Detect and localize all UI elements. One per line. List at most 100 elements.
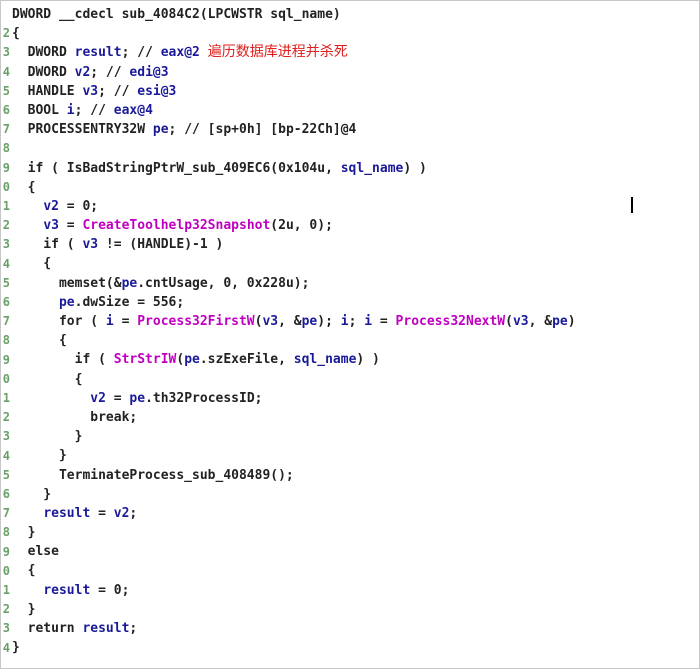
code-line[interactable]: } xyxy=(12,446,699,465)
code-token: for ( xyxy=(12,314,106,329)
line-number: 4 xyxy=(2,256,10,271)
code-token: = xyxy=(90,505,114,521)
code-line[interactable]: } xyxy=(12,638,699,657)
code-token: v3 xyxy=(512,314,529,329)
code-line[interactable]: DWORD __cdecl sub_4084C2(LPCWSTR sql_nam… xyxy=(12,5,699,24)
code-line[interactable]: { xyxy=(12,178,699,197)
code-token: pe xyxy=(129,390,146,406)
code-line[interactable]: HANDLE v3; // esi@3 xyxy=(12,82,699,101)
code-token: v2 xyxy=(43,198,59,214)
code-line[interactable]: v2 = 0; xyxy=(12,197,699,216)
code-line[interactable]: v3 = CreateToolhelp32Snapshot(2u, 0); xyxy=(12,216,699,235)
code-line[interactable]: if ( StrStrIW(pe.szExeFile, sql_name) ) xyxy=(12,350,699,369)
code-token: v3 xyxy=(262,314,279,329)
code-token: .cntUsage, 0, 0x228u); xyxy=(137,275,310,291)
line-number: 0 xyxy=(2,371,10,386)
code-line[interactable]: pe.dwSize = 556; xyxy=(12,293,699,312)
code-token: i xyxy=(105,314,114,329)
code-line[interactable]: { xyxy=(12,561,699,580)
code-token: TerminateProcess_sub_408489(); xyxy=(12,467,294,483)
code-token: DWORD xyxy=(12,45,75,61)
code-token: ; xyxy=(129,505,138,521)
code-token: v2 xyxy=(113,505,130,521)
code-line[interactable]: } xyxy=(12,427,699,446)
line-number: 5 xyxy=(2,83,10,98)
code-line[interactable]: } xyxy=(12,600,699,619)
code-line[interactable]: TerminateProcess_sub_408489(); xyxy=(12,466,699,485)
line-number: 7 xyxy=(2,122,10,137)
line-number: 4 xyxy=(2,64,10,79)
code-token: = xyxy=(105,390,130,406)
line-number: 5 xyxy=(2,467,10,482)
line-number: 6 xyxy=(2,295,10,309)
code-line[interactable]: PROCESSENTRY32W pe; // [sp+0h] [bp-22Ch]… xyxy=(12,120,699,139)
code-token: pe xyxy=(301,314,318,329)
code-token: pe xyxy=(152,122,169,138)
code-line[interactable]: v2 = pe.th32ProcessID; xyxy=(12,389,699,408)
code-line[interactable]: { xyxy=(12,254,699,273)
code-token: ; xyxy=(129,621,138,636)
code-token: { xyxy=(12,371,83,387)
code-token: v2 xyxy=(74,64,91,80)
code-token: ) ) xyxy=(356,352,380,368)
line-number: 3 xyxy=(2,45,10,60)
code-token: eax@2 xyxy=(160,45,200,61)
code-line[interactable]: { xyxy=(12,331,699,350)
code-token: pe xyxy=(184,352,200,368)
code-line[interactable]: for ( i = Process32FirstW(v3, &pe); i; i… xyxy=(12,312,699,331)
text-cursor xyxy=(631,197,633,213)
code-token: if ( IsBadStringPtrW_sub_409EC6(0x104u, xyxy=(12,160,341,176)
code-line[interactable]: if ( IsBadStringPtrW_sub_409EC6(0x104u, … xyxy=(12,159,699,178)
line-number: 1 xyxy=(2,583,10,597)
code-token: PROCESSENTRY32W xyxy=(12,122,153,138)
line-number: 3 xyxy=(2,429,10,444)
code-token: ; xyxy=(348,314,365,329)
code-token: i xyxy=(66,102,75,118)
code-token: Process32FirstW xyxy=(137,314,255,329)
code-line[interactable]: } xyxy=(12,523,699,542)
code-line[interactable]: DWORD v2; // edi@3 xyxy=(12,63,699,82)
code-line[interactable]: if ( v3 != (HANDLE)-1 ) xyxy=(12,235,699,254)
code-token: } xyxy=(12,486,52,502)
code-line[interactable]: else xyxy=(12,542,699,561)
code-token: BOOL xyxy=(12,102,67,118)
code-line[interactable] xyxy=(12,139,699,158)
line-number-gutter: 2 3 4 5 6 7 8 9 0 1 2 3 4 5 6 7 8 9 0 1 2 3 4 5 6 7 8 9 0 1 2 3 4 xyxy=(1,1,10,668)
code-token: eax@4 xyxy=(113,102,153,118)
code-line[interactable]: BOOL i; // eax@4 xyxy=(12,101,699,120)
code-line[interactable]: return result; xyxy=(12,619,699,638)
line-number: 2 xyxy=(2,410,10,425)
code-line[interactable]: result = v2; xyxy=(12,504,699,523)
code-token: sql_name xyxy=(293,352,357,368)
code-token: .szExeFile, xyxy=(199,352,294,368)
code-token: } xyxy=(12,429,83,445)
code-token: ( xyxy=(505,314,513,329)
code-editor[interactable]: 2 3 4 5 6 7 8 9 0 1 2 3 4 5 6 7 8 9 0 1 2 3 4 5 6 7 8 9 0 1 2 3 4 DWORD … xyxy=(0,0,700,669)
code-line[interactable]: } xyxy=(12,485,699,504)
code-token: v2 xyxy=(90,390,106,406)
pseudocode-view[interactable]: DWORD __cdecl sub_4084C2(LPCWSTR sql_nam… xyxy=(12,5,699,657)
code-token: { xyxy=(12,333,67,349)
code-line[interactable]: break; xyxy=(12,408,699,427)
code-token: } xyxy=(12,640,20,656)
code-line[interactable]: result = 0; xyxy=(12,581,699,600)
code-token: CreateToolhelp32Snapshot xyxy=(82,218,271,234)
line-number: 6 xyxy=(2,487,10,501)
code-token: pe xyxy=(552,314,568,329)
code-line[interactable]: { xyxy=(12,24,699,43)
code-token: i xyxy=(364,314,373,329)
code-token: result xyxy=(43,505,91,521)
code-line[interactable]: DWORD result; // eax@2 遍历数据库进程并杀死 xyxy=(12,43,699,62)
code-token: v3 xyxy=(82,237,99,253)
code-token: Process32NextW xyxy=(395,314,506,329)
code-token: break; xyxy=(12,409,138,425)
code-token: result xyxy=(74,45,122,61)
line-number: 5 xyxy=(2,275,10,290)
code-line[interactable]: { xyxy=(12,370,699,389)
code-line[interactable]: memset(&pe.cntUsage, 0, 0x228u); xyxy=(12,274,699,293)
line-number: 0 xyxy=(2,179,10,194)
line-number: 9 xyxy=(2,544,10,559)
code-token: , & xyxy=(278,314,302,329)
